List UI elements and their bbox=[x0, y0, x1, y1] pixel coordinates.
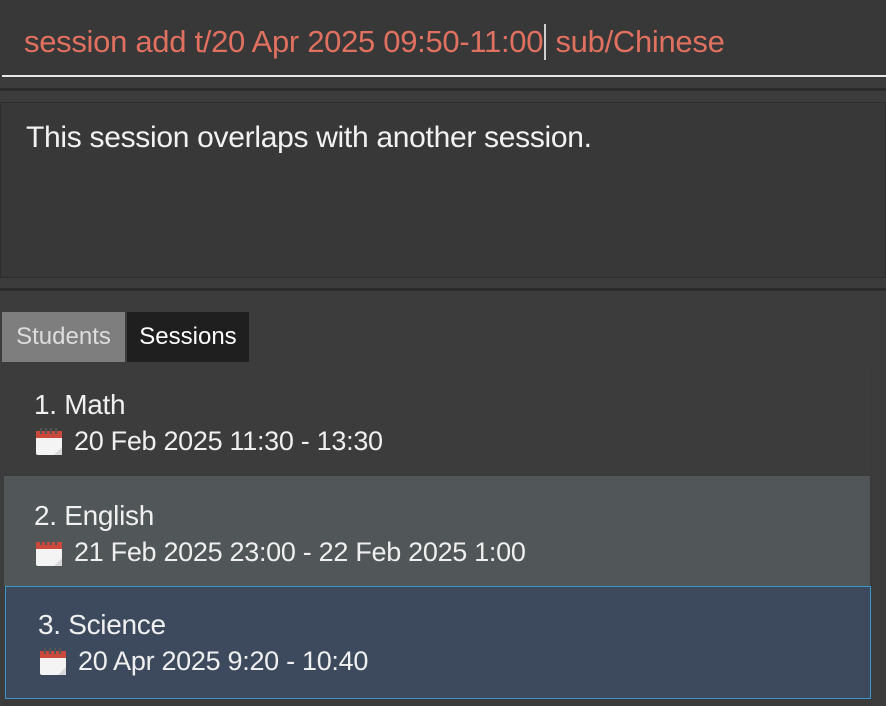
calendar-icon bbox=[36, 539, 62, 566]
tab-students[interactable]: Students bbox=[2, 312, 125, 362]
command-box[interactable]: session add t/20 Apr 2025 09:50-11:00 su… bbox=[0, 0, 886, 78]
result-message: This session overlaps with another sessi… bbox=[26, 121, 592, 154]
scrollbar[interactable] bbox=[872, 365, 886, 706]
session-title: 1. Math bbox=[34, 389, 126, 420]
session-card[interactable]: 2. English 21 Feb 2025 23:00 - 22 Feb 20… bbox=[4, 476, 870, 586]
command-input[interactable]: session add t/20 Apr 2025 09:50-11:00 su… bbox=[24, 24, 725, 60]
result-display: This session overlaps with another sessi… bbox=[0, 102, 886, 278]
session-date-row: 21 Feb 2025 23:00 - 22 Feb 2025 1:00 bbox=[34, 536, 526, 568]
tab-sessions[interactable]: Sessions bbox=[127, 312, 249, 362]
session-list: 1. Math 20 Feb 2025 11:30 - 13:30 2. Eng… bbox=[4, 365, 872, 706]
calendar-icon bbox=[36, 428, 62, 455]
session-date-row: 20 Feb 2025 11:30 - 13:30 bbox=[34, 425, 383, 457]
session-card[interactable]: 1. Math 20 Feb 2025 11:30 - 13:30 bbox=[4, 365, 870, 475]
session-date: 20 Apr 2025 9:20 - 10:40 bbox=[78, 645, 369, 676]
divider bbox=[0, 88, 886, 91]
session-title: 3. Science bbox=[38, 609, 166, 640]
session-card-selected[interactable]: 3. Science 20 Apr 2025 9:20 - 10:40 bbox=[5, 586, 871, 699]
command-underline bbox=[2, 75, 886, 77]
session-date-row: 20 Apr 2025 9:20 - 10:40 bbox=[38, 645, 368, 677]
session-date: 21 Feb 2025 23:00 - 22 Feb 2025 1:00 bbox=[74, 536, 526, 567]
session-title: 2. English bbox=[34, 500, 154, 531]
command-text-before-caret: session add t/20 Apr 2025 09:50-11:00 bbox=[24, 24, 544, 59]
command-text-after-caret: sub/Chinese bbox=[547, 24, 725, 59]
session-date: 20 Feb 2025 11:30 - 13:30 bbox=[74, 425, 383, 456]
calendar-icon bbox=[40, 648, 66, 675]
divider bbox=[0, 288, 886, 291]
text-caret bbox=[544, 24, 547, 60]
